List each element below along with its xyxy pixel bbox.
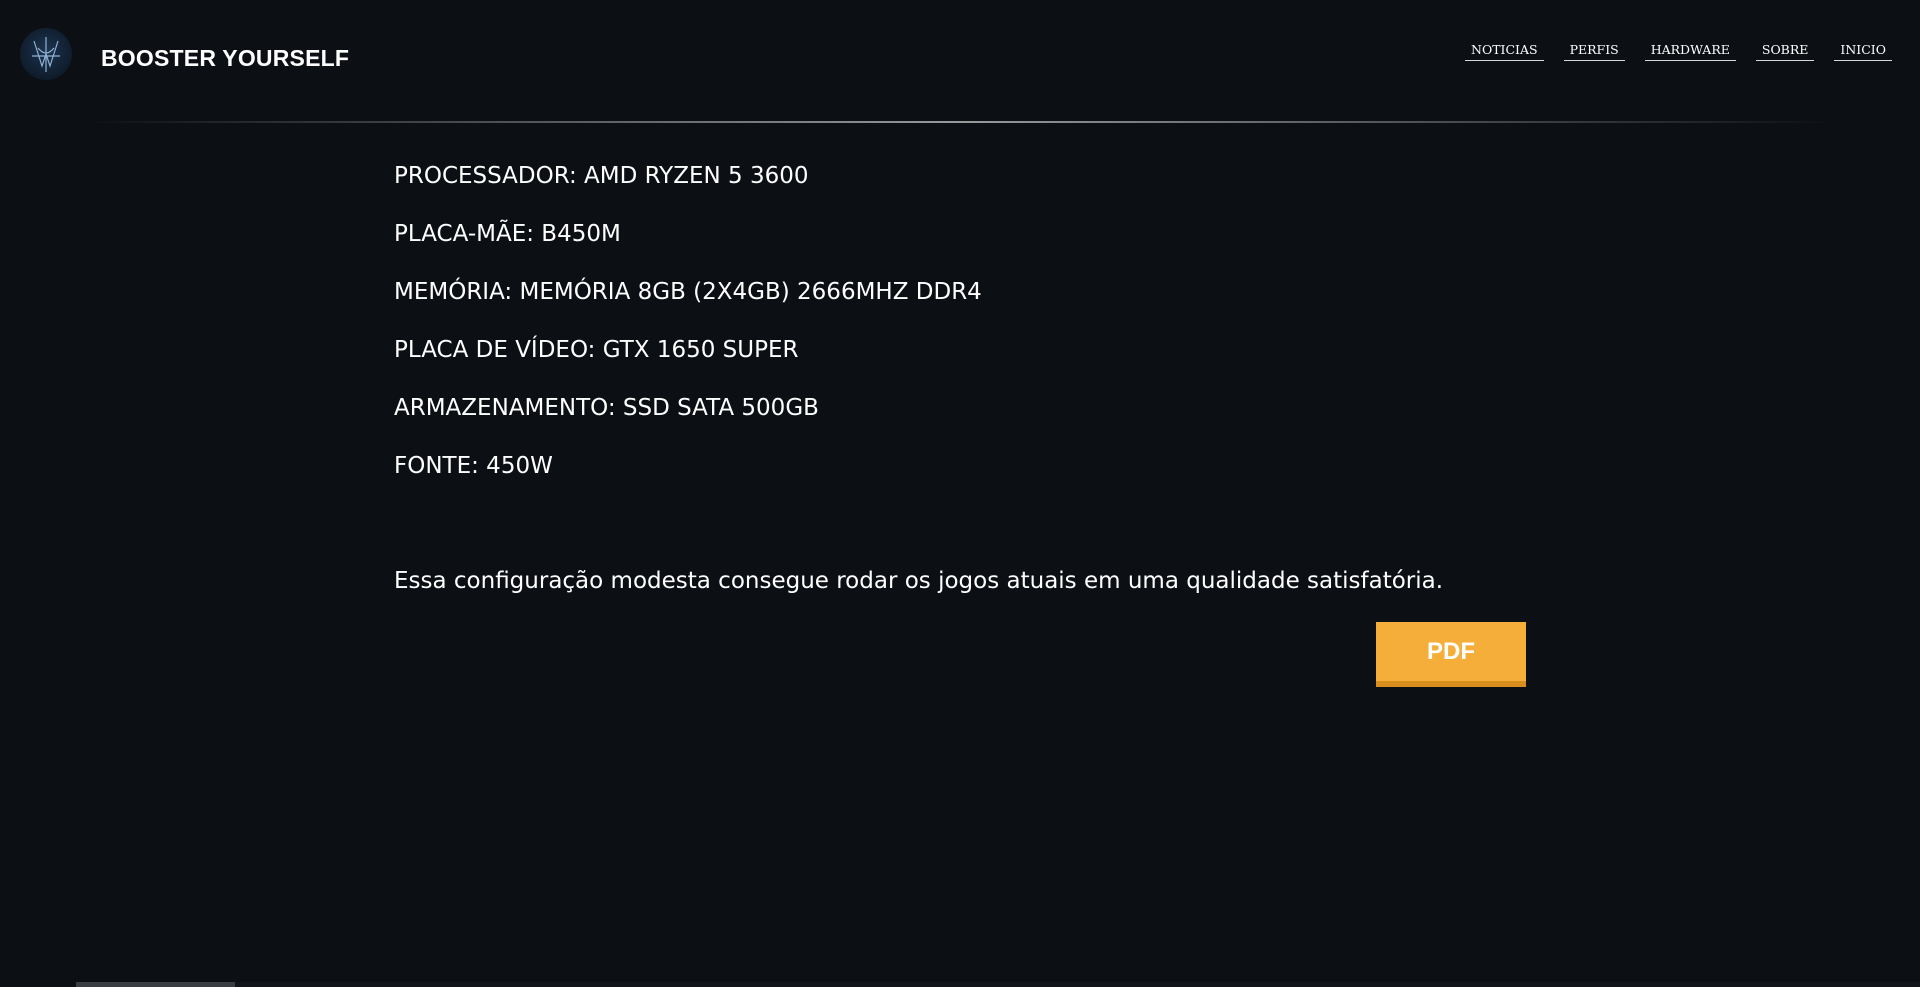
spec-storage: ARMAZENAMENTO: SSD SATA 500GB bbox=[394, 395, 819, 421]
header-divider bbox=[86, 121, 1834, 123]
horizontal-scrollbar[interactable] bbox=[76, 982, 1920, 987]
scrollbar-thumb[interactable] bbox=[76, 982, 235, 987]
nav-link-perfis[interactable]: PERFIS bbox=[1563, 42, 1625, 61]
nav-link-inicio[interactable]: INICIO bbox=[1834, 42, 1892, 61]
config-description: Essa configuração modesta consegue rodar… bbox=[394, 568, 1444, 594]
page: BOOSTER YOURSELF NOTICIAS PERFIS HARDWAR… bbox=[0, 0, 1920, 987]
spec-processor: PROCESSADOR: AMD RYZEN 5 3600 bbox=[394, 163, 809, 189]
nav-link-noticias[interactable]: NOTICIAS bbox=[1465, 42, 1544, 61]
spec-motherboard: PLACA-MÃE: B450M bbox=[394, 221, 621, 247]
spec-psu: FONTE: 450W bbox=[394, 453, 553, 479]
brand-logo-icon[interactable] bbox=[20, 28, 72, 80]
spec-gpu: PLACA DE VÍDEO: GTX 1650 SUPER bbox=[394, 337, 799, 363]
logo-emblem bbox=[32, 37, 60, 72]
nav-link-sobre[interactable]: SOBRE bbox=[1755, 42, 1815, 61]
pdf-button[interactable]: PDF bbox=[1376, 622, 1526, 687]
spec-memory: MEMÓRIA: MEMÓRIA 8GB (2X4GB) 2666MHZ DDR… bbox=[394, 279, 982, 305]
brand-title[interactable]: BOOSTER YOURSELF bbox=[101, 44, 349, 72]
spec-list: PROCESSADOR: AMD RYZEN 5 3600 PLACA-MÃE:… bbox=[394, 160, 982, 508]
nav-link-hardware[interactable]: HARDWARE bbox=[1644, 42, 1736, 61]
main-nav: NOTICIAS PERFIS HARDWARE SOBRE INICIO bbox=[1465, 42, 1892, 61]
